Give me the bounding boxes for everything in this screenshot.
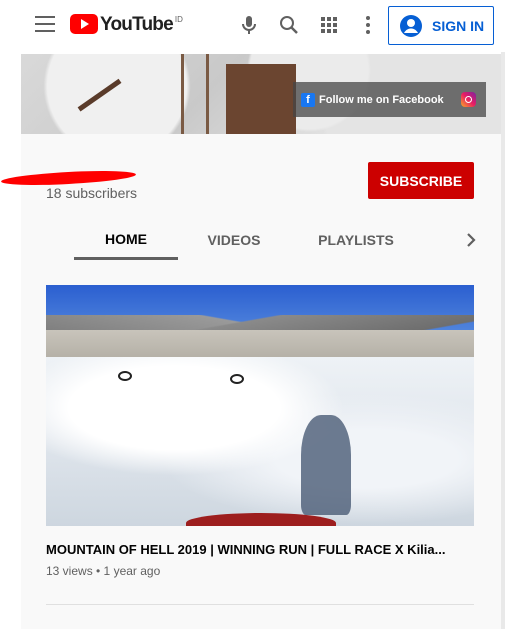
home-content: MOUNTAIN OF HELL 2019 | WINNING RUN | FU… bbox=[21, 260, 501, 629]
tab-playlists[interactable]: PLAYLISTS bbox=[290, 220, 422, 260]
scrollbar[interactable] bbox=[501, 52, 505, 629]
youtube-logo[interactable]: YouTube ID bbox=[70, 14, 183, 36]
search-icon[interactable] bbox=[277, 13, 301, 37]
section-divider bbox=[46, 604, 474, 605]
subscribe-button[interactable]: SUBSCRIBE bbox=[368, 162, 474, 199]
sign-in-button[interactable]: SIGN IN bbox=[388, 6, 494, 45]
thumbnail-shadow bbox=[301, 415, 351, 515]
banner-structure bbox=[226, 64, 296, 134]
facebook-icon[interactable]: f bbox=[301, 92, 315, 107]
featured-video[interactable]: MOUNTAIN OF HELL 2019 | WINNING RUN | FU… bbox=[46, 285, 474, 578]
video-title[interactable]: MOUNTAIN OF HELL 2019 | WINNING RUN | FU… bbox=[46, 542, 474, 557]
apps-icon[interactable] bbox=[317, 13, 341, 37]
youtube-play-icon bbox=[70, 14, 98, 34]
more-options-icon[interactable] bbox=[356, 13, 380, 37]
logo-text: YouTube bbox=[100, 14, 174, 35]
subscriber-count: 18 subscribers bbox=[46, 185, 138, 201]
menu-icon[interactable] bbox=[35, 16, 55, 34]
banner-social-links: f Follow me on Facebook bbox=[293, 82, 486, 117]
chevron-right-icon[interactable] bbox=[459, 228, 483, 252]
sign-in-label: SIGN IN bbox=[432, 17, 485, 34]
channel-tabs: HOME VIDEOS PLAYLISTS bbox=[74, 220, 422, 260]
left-gutter bbox=[0, 52, 21, 629]
banner-tower bbox=[181, 54, 209, 134]
video-meta: 13 views • 1 year ago bbox=[46, 564, 161, 578]
thumbnail-foreground bbox=[186, 513, 336, 526]
mic-icon[interactable] bbox=[237, 13, 261, 37]
channel-banner: f Follow me on Facebook bbox=[21, 54, 501, 134]
thumbnail-rider bbox=[230, 374, 244, 384]
account-circle-icon bbox=[400, 14, 422, 37]
top-bar: YouTube ID SIGN IN bbox=[0, 0, 505, 52]
country-code: ID bbox=[174, 15, 183, 24]
thumbnail-snow bbox=[46, 357, 474, 526]
thumbnail-rider bbox=[118, 371, 132, 381]
facebook-link[interactable]: Follow me on Facebook bbox=[319, 94, 444, 106]
video-thumbnail[interactable] bbox=[46, 285, 474, 526]
channel-header: 18 subscribers SUBSCRIBE HOME VIDEOS PLA… bbox=[0, 134, 501, 260]
tab-videos[interactable]: VIDEOS bbox=[178, 220, 290, 260]
tab-home[interactable]: HOME bbox=[74, 220, 178, 260]
instagram-icon[interactable] bbox=[461, 92, 476, 107]
